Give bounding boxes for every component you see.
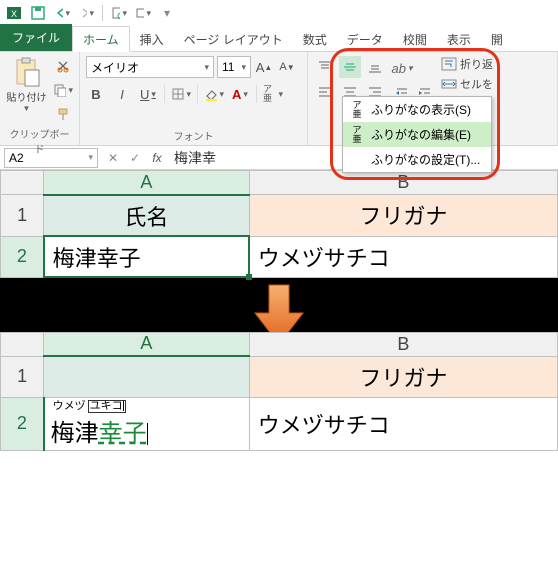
group-font: メイリオ ▾ 11 ▾ A▲ A▼ B I U xyxy=(80,52,308,145)
text-cursor xyxy=(147,423,148,445)
worksheet-after: A B 1 フリガナ 2 ウメヅ ユキコ 梅津幸子 ウメヅサチコ xyxy=(0,332,558,451)
col-header-a-2[interactable]: A xyxy=(44,332,250,356)
formula-enter-icon[interactable]: ✓ xyxy=(124,147,146,169)
align-left-icon[interactable] xyxy=(314,81,336,103)
furigana-button[interactable]: ア亜 xyxy=(263,84,283,104)
formula-cancel-icon[interactable]: ✕ xyxy=(102,147,124,169)
format-painter-icon[interactable] xyxy=(53,104,73,124)
furigana-edit-icon: ア亜 xyxy=(349,127,365,143)
group-clipboard: 貼り付け ▼ クリップボード xyxy=(0,52,80,145)
ruby-part-1: ウメヅ xyxy=(53,401,86,412)
col-header-b[interactable]: B xyxy=(249,171,557,195)
furigana-settings-icon xyxy=(349,152,365,168)
grow-font-icon[interactable]: A▲ xyxy=(254,57,274,77)
cell-a1-2[interactable] xyxy=(44,356,250,397)
undo-icon[interactable] xyxy=(54,5,70,21)
tab-home[interactable]: ホーム xyxy=(72,26,130,52)
cell-a2-2-value: 梅津幸子 xyxy=(47,413,247,448)
merge-label: セルを xyxy=(460,76,493,92)
shrink-font-icon[interactable]: A▼ xyxy=(277,57,297,77)
select-all-corner[interactable] xyxy=(1,171,44,195)
font-size-value: 11 xyxy=(222,60,234,74)
underline-button[interactable]: U xyxy=(138,84,158,104)
orientation-icon[interactable]: ab xyxy=(392,58,412,78)
font-name-value: メイリオ xyxy=(91,59,139,76)
paste-icon xyxy=(13,56,41,88)
name-part-green: 幸子 xyxy=(99,420,147,447)
redo-icon[interactable] xyxy=(78,5,94,21)
group-clipboard-label: クリップボード xyxy=(6,124,73,156)
cell-b1[interactable]: フリガナ xyxy=(249,195,557,237)
tab-data[interactable]: データ xyxy=(337,27,393,51)
font-size-select[interactable]: 11 ▾ xyxy=(217,56,251,78)
ribbon: 貼り付け ▼ クリップボード メイリオ ▾ xyxy=(0,52,558,146)
quick-access-toolbar: X ▾ xyxy=(0,0,558,26)
qat-custom-icon-1[interactable] xyxy=(111,5,127,21)
wrap-text-label: 折り返 xyxy=(460,56,493,72)
align-top-icon[interactable] xyxy=(314,56,336,78)
furigana-settings-item[interactable]: ふりがなの設定(T)... xyxy=(343,147,491,172)
cell-a2[interactable]: 梅津幸子 xyxy=(44,236,250,277)
furigana-edit-item[interactable]: ア亜 ふりがなの編集(E) xyxy=(343,122,491,147)
font-color-button[interactable]: A xyxy=(230,84,250,104)
cell-a1[interactable]: 氏名 xyxy=(44,195,250,237)
furigana-settings-label: ふりがなの設定(T)... xyxy=(371,151,480,168)
tab-review[interactable]: 校閲 xyxy=(393,27,437,51)
row-header-2-2[interactable]: 2 xyxy=(1,397,44,450)
furigana-show-icon: ア亜 xyxy=(349,102,365,118)
col-header-a[interactable]: A xyxy=(44,171,250,195)
tab-view[interactable]: 表示 xyxy=(437,27,481,51)
cut-icon[interactable] xyxy=(53,56,73,76)
cell-b2[interactable]: ウメヅサチコ xyxy=(249,236,557,277)
bold-button[interactable]: B xyxy=(86,84,106,104)
merge-icon xyxy=(441,77,457,91)
arrow-annotation xyxy=(0,278,558,332)
col-header-b-2[interactable]: B xyxy=(249,332,557,356)
paste-button[interactable]: 貼り付け ▼ xyxy=(6,56,47,124)
fill-color-button[interactable] xyxy=(204,84,224,104)
furigana-edit-label: ふりがなの編集(E) xyxy=(371,126,471,143)
cell-a2-2[interactable]: ウメヅ ユキコ 梅津幸子 xyxy=(44,397,250,450)
qat-custom-icon-2[interactable] xyxy=(135,5,151,21)
qat-customize-icon[interactable]: ▾ xyxy=(159,5,175,21)
svg-text:X: X xyxy=(11,9,17,19)
tab-insert[interactable]: 挿入 xyxy=(130,27,174,51)
ribbon-tabs: ファイル ホーム 挿入 ページ レイアウト 数式 データ 校閲 表示 開 xyxy=(0,26,558,52)
font-name-select[interactable]: メイリオ ▾ xyxy=(86,56,214,78)
row-header-1-2[interactable]: 1 xyxy=(1,356,44,397)
worksheet-before: A B 1 氏名 フリガナ 2 梅津幸子 ウメヅサチコ xyxy=(0,170,558,278)
merge-center-button[interactable]: セルを xyxy=(441,76,493,92)
align-middle-icon[interactable] xyxy=(339,56,361,78)
row-header-2[interactable]: 2 xyxy=(1,236,44,277)
furigana-dropdown-menu: ア亜 ふりがなの表示(S) ア亜 ふりがなの編集(E) ふりがなの設定(T)..… xyxy=(342,96,492,173)
paste-label: 貼り付け xyxy=(7,89,47,104)
wrap-text-icon xyxy=(441,57,457,71)
qat-separator xyxy=(102,5,103,21)
furigana-button-label: ア亜 xyxy=(263,85,276,103)
tab-pagelayout[interactable]: ページ レイアウト xyxy=(174,27,293,51)
tab-file[interactable]: ファイル xyxy=(0,24,72,51)
fx-button[interactable]: fx xyxy=(146,147,168,169)
group-font-label: フォント xyxy=(86,126,301,143)
furigana-show-item[interactable]: ア亜 ふりがなの表示(S) xyxy=(343,97,491,122)
ruby-part-2-editing[interactable]: ユキコ xyxy=(88,400,126,413)
furigana-inline-editor[interactable]: ウメヅ ユキコ xyxy=(47,400,247,413)
tab-dev[interactable]: 開 xyxy=(481,27,513,51)
formula-value: 梅津幸 xyxy=(174,150,216,166)
row-header-1[interactable]: 1 xyxy=(1,195,44,237)
select-all-corner-2[interactable] xyxy=(1,332,44,356)
tab-formulas[interactable]: 数式 xyxy=(293,27,337,51)
wrap-text-button[interactable]: 折り返 xyxy=(441,56,493,72)
name-part-black: 梅津 xyxy=(51,420,99,447)
cell-b2-2[interactable]: ウメヅサチコ xyxy=(249,397,557,450)
cell-b1-2[interactable]: フリガナ xyxy=(249,356,557,397)
furigana-show-label: ふりがなの表示(S) xyxy=(371,101,471,118)
italic-button[interactable]: I xyxy=(112,84,132,104)
copy-icon[interactable] xyxy=(53,80,73,100)
excel-icon: X xyxy=(6,5,22,21)
borders-button[interactable] xyxy=(171,84,191,104)
save-icon[interactable] xyxy=(30,5,46,21)
align-bottom-icon[interactable] xyxy=(364,56,386,78)
